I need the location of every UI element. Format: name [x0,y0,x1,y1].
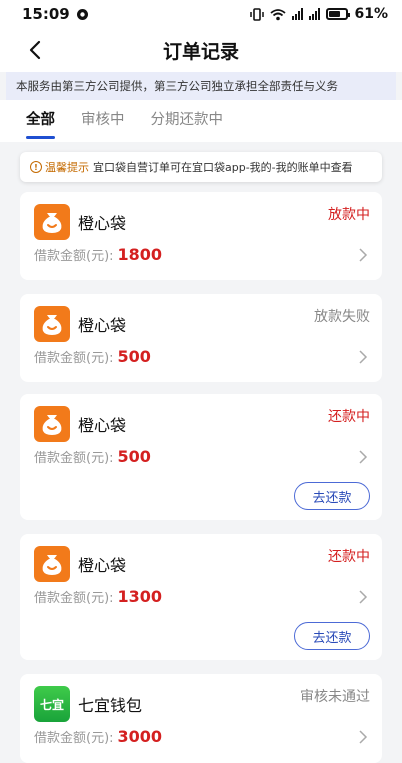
loan-amount: 500 [117,447,151,466]
chevron-right-icon [359,248,368,262]
amount-label: 借款金额(元): [34,731,114,746]
loan-amount: 1300 [117,587,163,606]
nav-header: 订单记录 [0,28,402,72]
chevron-right-icon [359,350,368,364]
order-status: 审核未通过 [300,689,370,705]
money-bag-icon [34,204,70,240]
money-bag-icon [34,546,70,582]
lender-name: 七宜钱包 [78,696,143,715]
chevron-right-icon [359,730,368,744]
lender-name: 橙心袋 [78,214,127,233]
chevron-right-icon [359,450,368,464]
tab-bar: 全部 审核中 分期还款中 [0,100,402,142]
clock: 15:09 [22,5,70,23]
loan-amount: 3000 [117,727,163,746]
order-card[interactable]: 七宜 七宜钱包 审核未通过 借款金额(元): 3000 [20,674,382,763]
money-bag-icon [34,406,70,442]
loan-amount: 500 [117,347,151,366]
page-title: 订单记录 [162,40,239,63]
amount-label: 借款金额(元): [34,591,114,606]
signal-icon [292,8,304,20]
lender-name: 橙心袋 [78,556,127,575]
vibrate-icon [250,7,265,21]
order-card[interactable]: 橙心袋 还款中 借款金额(元): 1300 去还款 [20,534,382,660]
tip-label: 温馨提示 [45,161,89,174]
order-status: 放款中 [328,207,370,223]
wifi-icon [270,8,287,20]
order-status: 放款失败 [314,309,370,325]
tab-all[interactable]: 全部 [26,100,55,142]
battery-icon [326,8,351,20]
back-arrow-icon[interactable] [24,38,48,62]
amount-label: 借款金额(元): [34,351,114,366]
chevron-right-icon [359,590,368,604]
order-card[interactable]: 橙心袋 放款失败 借款金额(元): 500 [20,294,382,382]
order-card[interactable]: 橙心袋 还款中 借款金额(元): 500 去还款 [20,394,382,520]
order-status: 还款中 [328,409,370,425]
money-bag-icon [34,306,70,342]
warm-tip: ! 温馨提示 宜口袋自营订单可在宜口袋app-我的-我的账单中查看 [20,152,382,182]
lender-name: 橙心袋 [78,316,127,335]
tab-under-review[interactable]: 审核中 [81,100,125,142]
tip-text: 宜口袋自营订单可在宜口袋app-我的-我的账单中查看 [93,161,353,174]
disclaimer-banner: 本服务由第三方公司提供，第三方公司独立承担全部责任与义务 [6,72,396,100]
signal-icon [309,8,321,20]
notification-icon [76,8,88,20]
loan-amount: 1800 [117,245,163,264]
status-bar: 15:09 61% [0,0,402,28]
amount-label: 借款金额(元): [34,451,114,466]
battery-level: 61% [354,6,388,22]
qiyi-wallet-logo: 七宜 [34,686,70,722]
repay-button[interactable]: 去还款 [294,482,370,510]
lender-name: 橙心袋 [78,416,127,435]
info-icon: ! [30,161,42,173]
order-card[interactable]: 橙心袋 放款中 借款金额(元): 1800 [20,192,382,280]
repay-button[interactable]: 去还款 [294,622,370,650]
tab-installment-repaying[interactable]: 分期还款中 [151,100,224,142]
order-status: 还款中 [328,549,370,565]
amount-label: 借款金额(元): [34,249,114,264]
